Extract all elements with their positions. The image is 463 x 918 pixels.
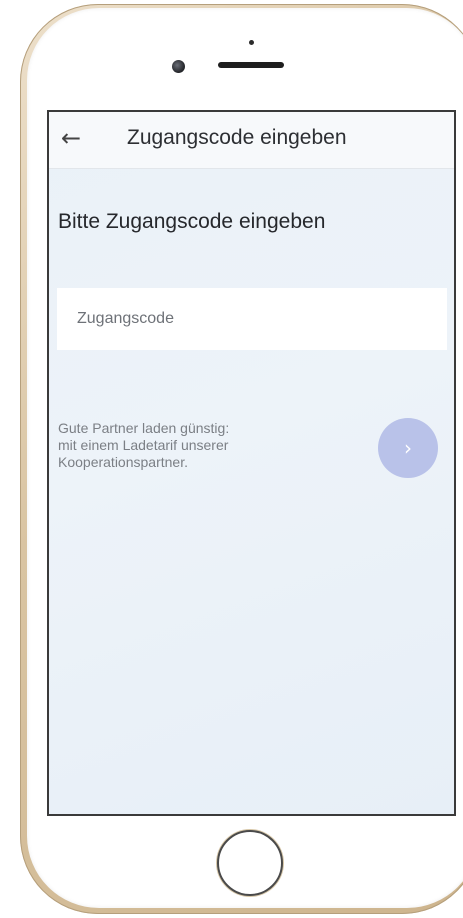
proximity-sensor xyxy=(249,40,254,45)
hint-line: mit einem Ladetarif unserer xyxy=(58,437,229,453)
page-title: Zugangscode eingeben xyxy=(127,126,347,149)
chevron-right-icon: › xyxy=(404,436,412,460)
access-code-input[interactable] xyxy=(57,288,447,350)
hint-line: Kooperationspartner. xyxy=(58,454,188,470)
app-bar: ← Zugangscode eingeben xyxy=(49,112,454,169)
arrow-left-icon[interactable]: ← xyxy=(57,124,85,152)
home-button[interactable] xyxy=(217,830,283,896)
next-button[interactable]: › xyxy=(378,418,438,478)
phone-screen: ← Zugangscode eingeben Bitte Zugangscode… xyxy=(47,110,456,816)
device-mockup: ← Zugangscode eingeben Bitte Zugangscode… xyxy=(0,0,463,918)
earpiece-speaker xyxy=(218,62,284,68)
front-camera-icon xyxy=(172,60,185,73)
partner-hint-text: Gute Partner laden günstig: mit einem La… xyxy=(58,420,338,471)
hint-line: Gute Partner laden günstig: xyxy=(58,420,230,436)
section-heading: Bitte Zugangscode eingeben xyxy=(58,210,326,233)
